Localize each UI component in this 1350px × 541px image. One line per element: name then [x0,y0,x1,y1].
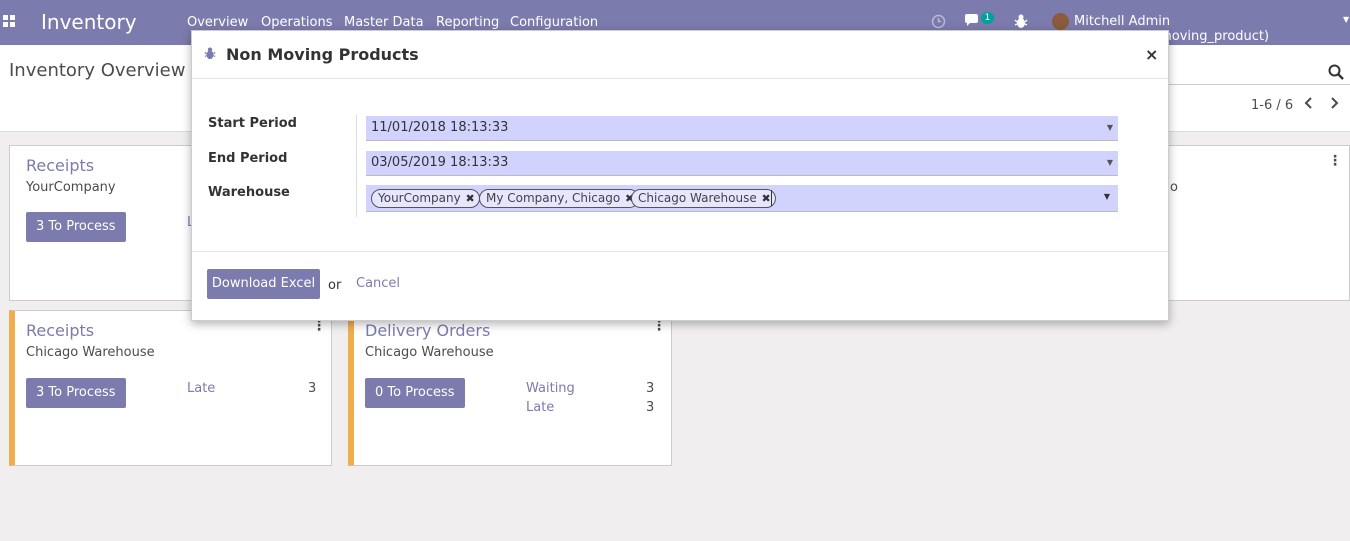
tag-label: YourCompany [378,191,461,205]
modal-header: Non Moving Products × [192,31,1168,79]
end-period-label: End Period [208,151,288,166]
stat-late-value: 3 [308,381,317,396]
bug-icon[interactable] [1014,14,1028,29]
remove-tag-icon[interactable]: ✖ [466,190,475,207]
card-title[interactable]: Delivery Orders [365,321,490,340]
stat-late-label[interactable]: Late [187,381,215,396]
warehouse-label: Warehouse [208,185,290,200]
card-menu-icon[interactable]: ⋮ [1328,153,1342,169]
card-title[interactable]: Receipts [26,321,94,340]
close-icon[interactable]: × [1145,45,1158,64]
remove-tag-icon[interactable]: ✖ [762,190,771,207]
or-text: or [328,278,342,293]
card-subtitle: YourCompany [26,180,116,195]
apps-grid-icon[interactable] [3,15,15,27]
card-subtitle: Chicago Warehouse [365,345,494,360]
modal-footer: Download Excel or Cancel [192,251,1168,321]
to-process-button[interactable]: 3 To Process [26,212,126,242]
stat-waiting-label[interactable]: Waiting [526,381,575,396]
caret-down-icon[interactable]: ▼ [1107,116,1113,140]
page-title: Inventory Overview [9,60,186,81]
stat-waiting-value: 3 [646,381,655,396]
pager-value: 1-6 / 6 [1251,98,1294,113]
menu-overview[interactable]: Overview [187,15,248,30]
card-partial-text: o [1170,180,1178,195]
to-process-button[interactable]: 0 To Process [365,378,465,408]
form-divider [356,115,357,217]
caret-down-icon[interactable]: ▼ [1107,151,1113,175]
menu-master-data[interactable]: Master Data [344,15,424,30]
modal-title: Non Moving Products [226,45,419,64]
chat-count-badge: 1 [981,12,994,24]
card-title[interactable]: Receipts [26,156,94,175]
caret-down-icon[interactable]: ▼ [1343,15,1349,24]
kanban-card-delivery-orders-chicago[interactable]: Delivery Orders ⋮ Chicago Warehouse 0 To… [348,310,672,466]
pager-next-icon[interactable] [1329,96,1341,110]
end-period-value: 03/05/2019 18:13:33 [371,155,509,170]
tag-label: Chicago Warehouse [638,191,757,205]
download-excel-button[interactable]: Download Excel [207,269,320,299]
kanban-card-partial[interactable]: ⋮ o [1160,145,1350,301]
to-process-button[interactable]: 3 To Process [26,378,126,408]
text-cursor [771,190,772,206]
card-subtitle: Chicago Warehouse [26,345,155,360]
start-period-value: 11/01/2018 18:13:33 [371,120,509,135]
warehouse-many2many-field[interactable]: YourCompany ✖ My Company, Chicago ✖ Chic… [366,185,1118,212]
warehouse-tag[interactable]: Chicago Warehouse ✖ [631,189,776,208]
stat-late-label[interactable]: Late [526,400,554,415]
start-period-label: Start Period [208,116,297,131]
menu-reporting[interactable]: Reporting [436,15,499,30]
caret-down-icon[interactable]: ▼ [1104,192,1110,201]
cancel-button[interactable]: Cancel [356,276,400,291]
warehouse-tag[interactable]: My Company, Chicago ✖ [479,189,640,208]
end-period-field[interactable]: 03/05/2019 18:13:33 ▼ [366,151,1118,176]
non-moving-products-dialog: Non Moving Products × Start Period 11/01… [191,30,1169,321]
clock-icon[interactable] [931,14,946,29]
search-icon[interactable] [1328,64,1344,80]
app-title: Inventory [41,10,137,34]
kanban-card-receipts-chicago[interactable]: Receipts ⋮ Chicago Warehouse 3 To Proces… [9,310,332,466]
chat-icon[interactable] [964,14,982,29]
tag-label: My Company, Chicago [486,191,621,205]
bug-icon [204,47,216,60]
pager-previous-icon[interactable] [1302,96,1314,110]
warehouse-tag[interactable]: YourCompany ✖ [371,189,480,208]
stat-late-value: 3 [646,400,655,415]
avatar[interactable] [1052,13,1069,30]
menu-operations[interactable]: Operations [261,15,332,30]
start-period-field[interactable]: 11/01/2018 18:13:33 ▼ [366,116,1118,141]
menu-configuration[interactable]: Configuration [510,15,598,30]
